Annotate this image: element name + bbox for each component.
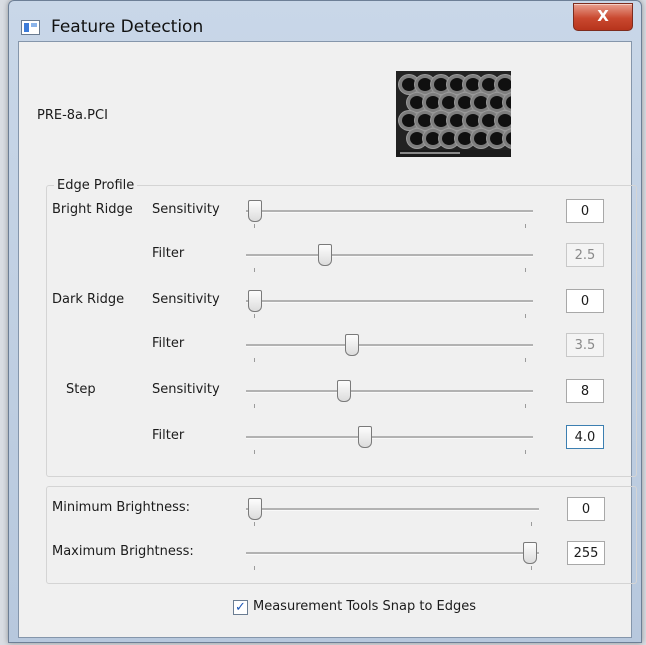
snap-to-edges-checkbox[interactable]: ✓ bbox=[233, 600, 248, 615]
app-icon bbox=[21, 20, 40, 35]
edge-row-5-slider-thumb[interactable] bbox=[337, 380, 351, 402]
edge-row-2-slider-tick bbox=[525, 268, 526, 272]
file-name: PRE-8a.PCI bbox=[37, 108, 108, 123]
edge-row-5-slider-tick bbox=[525, 404, 526, 408]
edge-row-1-slider-track bbox=[246, 210, 533, 213]
window-title: Feature Detection bbox=[51, 17, 204, 37]
image-thumbnail bbox=[396, 71, 511, 157]
max-brightness-label: Maximum Brightness: bbox=[52, 544, 194, 559]
edge-row-3-slider[interactable] bbox=[246, 290, 533, 318]
edge-row-6-slider[interactable] bbox=[246, 426, 533, 454]
edge-row-1-slider-thumb[interactable] bbox=[248, 200, 262, 222]
param-label: Sensitivity bbox=[152, 382, 220, 397]
edge-row-3-slider-tick bbox=[525, 314, 526, 318]
value-field[interactable]: 3.5 bbox=[566, 333, 604, 357]
edge-row-6-slider-tick bbox=[525, 450, 526, 454]
value-field[interactable]: 0 bbox=[566, 289, 604, 313]
edge-row-3-slider-thumb[interactable] bbox=[248, 290, 262, 312]
edge-row-3-slider-track bbox=[246, 300, 533, 303]
edge-row-4-slider[interactable] bbox=[246, 334, 533, 362]
edge-row-5-slider[interactable] bbox=[246, 380, 533, 408]
edge-row-4-slider-tick bbox=[525, 358, 526, 362]
min-brightness-label: Minimum Brightness: bbox=[52, 500, 191, 515]
max-brightness-slider-track bbox=[246, 552, 539, 555]
section-label: Step bbox=[66, 382, 96, 397]
max-brightness-slider[interactable] bbox=[246, 542, 539, 570]
edge-row-2-slider[interactable] bbox=[246, 244, 533, 272]
max-brightness-slider-thumb[interactable] bbox=[523, 542, 537, 564]
snap-to-edges-label: Measurement Tools Snap to Edges bbox=[253, 599, 477, 614]
param-label: Sensitivity bbox=[152, 202, 220, 217]
min-brightness-slider[interactable] bbox=[246, 498, 539, 526]
edge-row-1-slider-tick bbox=[254, 224, 255, 228]
edge-row-6-slider-tick bbox=[254, 450, 255, 454]
edge-row-6-slider-track bbox=[246, 436, 533, 439]
param-label: Sensitivity bbox=[152, 292, 220, 307]
param-label: Filter bbox=[152, 246, 185, 261]
max-brightness-slider-tick bbox=[254, 566, 255, 570]
param-label: Filter bbox=[152, 336, 185, 351]
value-field[interactable]: 4.0 bbox=[566, 425, 604, 449]
dialog-body: PRE-8a.PCI Edge Profile Bright Ridge Sens… bbox=[18, 41, 637, 638]
section-label: Bright Ridge bbox=[52, 202, 133, 217]
value-field[interactable]: 8 bbox=[566, 379, 604, 403]
edge-row-3-slider-tick bbox=[254, 314, 255, 318]
value-field[interactable]: 0 bbox=[566, 199, 604, 223]
edge-row-5-slider-tick bbox=[254, 404, 255, 408]
feature-detection-window: Feature Detection X PRE-8a.PCI Edge Prof… bbox=[8, 0, 642, 643]
edge-row-5-slider-track bbox=[246, 390, 533, 393]
title-bar[interactable]: Feature Detection X bbox=[9, 1, 641, 41]
edge-row-2-slider-tick bbox=[254, 268, 255, 272]
edge-row-2-slider-thumb[interactable] bbox=[318, 244, 332, 266]
min-brightness-slider-tick bbox=[531, 522, 532, 526]
edge-row-1-slider[interactable] bbox=[246, 200, 533, 228]
min-brightness-slider-track bbox=[246, 508, 539, 511]
value-field[interactable]: 2.5 bbox=[566, 243, 604, 267]
param-label: Filter bbox=[152, 428, 185, 443]
max-brightness-slider-tick bbox=[531, 566, 532, 570]
min-brightness-field[interactable]: 0 bbox=[567, 497, 605, 521]
min-brightness-slider-thumb[interactable] bbox=[248, 498, 262, 520]
edge-row-4-slider-tick bbox=[254, 358, 255, 362]
edge-row-4-slider-track bbox=[246, 344, 533, 347]
edge-row-4-slider-thumb[interactable] bbox=[345, 334, 359, 356]
edge-row-1-slider-tick bbox=[525, 224, 526, 228]
edge-row-2-slider-track bbox=[246, 254, 533, 257]
edge-profile-label: Edge Profile bbox=[54, 178, 138, 193]
max-brightness-field[interactable]: 255 bbox=[567, 541, 605, 565]
min-brightness-slider-tick bbox=[254, 522, 255, 526]
edge-row-6-slider-thumb[interactable] bbox=[358, 426, 372, 448]
close-button[interactable]: X bbox=[573, 3, 633, 31]
section-label: Dark Ridge bbox=[52, 292, 125, 307]
